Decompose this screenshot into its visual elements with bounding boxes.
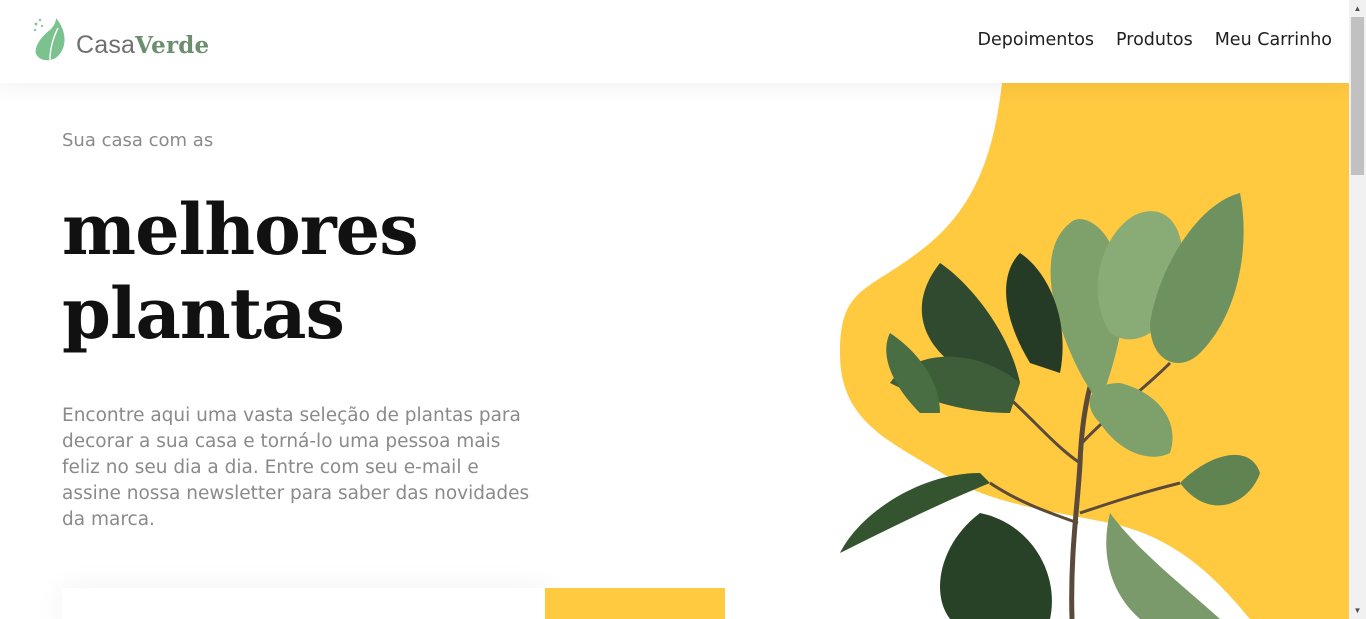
nav-depoimentos[interactable]: Depoimentos	[978, 30, 1095, 50]
hero-title-line2: plantas	[62, 272, 345, 355]
hero-description: Encontre aqui uma vasta seleção de plant…	[62, 405, 530, 530]
brand-name: CasaVerde	[76, 31, 209, 60]
nav-meu-carrinho[interactable]: Meu Carrinho	[1215, 30, 1332, 50]
nav-produtos[interactable]: Produtos	[1116, 30, 1193, 50]
hero-plant-image	[840, 83, 1349, 619]
main-nav: Depoimentos Produtos Meu Carrinho	[978, 30, 1332, 50]
hero-title-line1: melhores	[62, 188, 419, 271]
leaf-icon	[33, 18, 65, 61]
newsletter-submit-button[interactable]	[545, 588, 725, 619]
scroll-thumb[interactable]	[1351, 17, 1364, 175]
newsletter-email-input[interactable]	[62, 588, 545, 619]
hero-title: melhores plantas	[62, 188, 419, 356]
brand-logo[interactable]: CasaVerde	[32, 16, 209, 62]
scroll-up-button[interactable]: ▲	[1349, 0, 1366, 17]
scroll-down-button[interactable]: ▼	[1349, 602, 1366, 619]
page-scrollbar[interactable]: ▲ ▼	[1349, 0, 1366, 619]
brand-name-bold: Verde	[135, 32, 210, 59]
hero-subtitle: Sua casa com as	[62, 130, 214, 151]
brand-name-light: Casa	[76, 31, 136, 59]
site-header: CasaVerde Depoimentos Produtos Meu Carri…	[0, 0, 1349, 83]
